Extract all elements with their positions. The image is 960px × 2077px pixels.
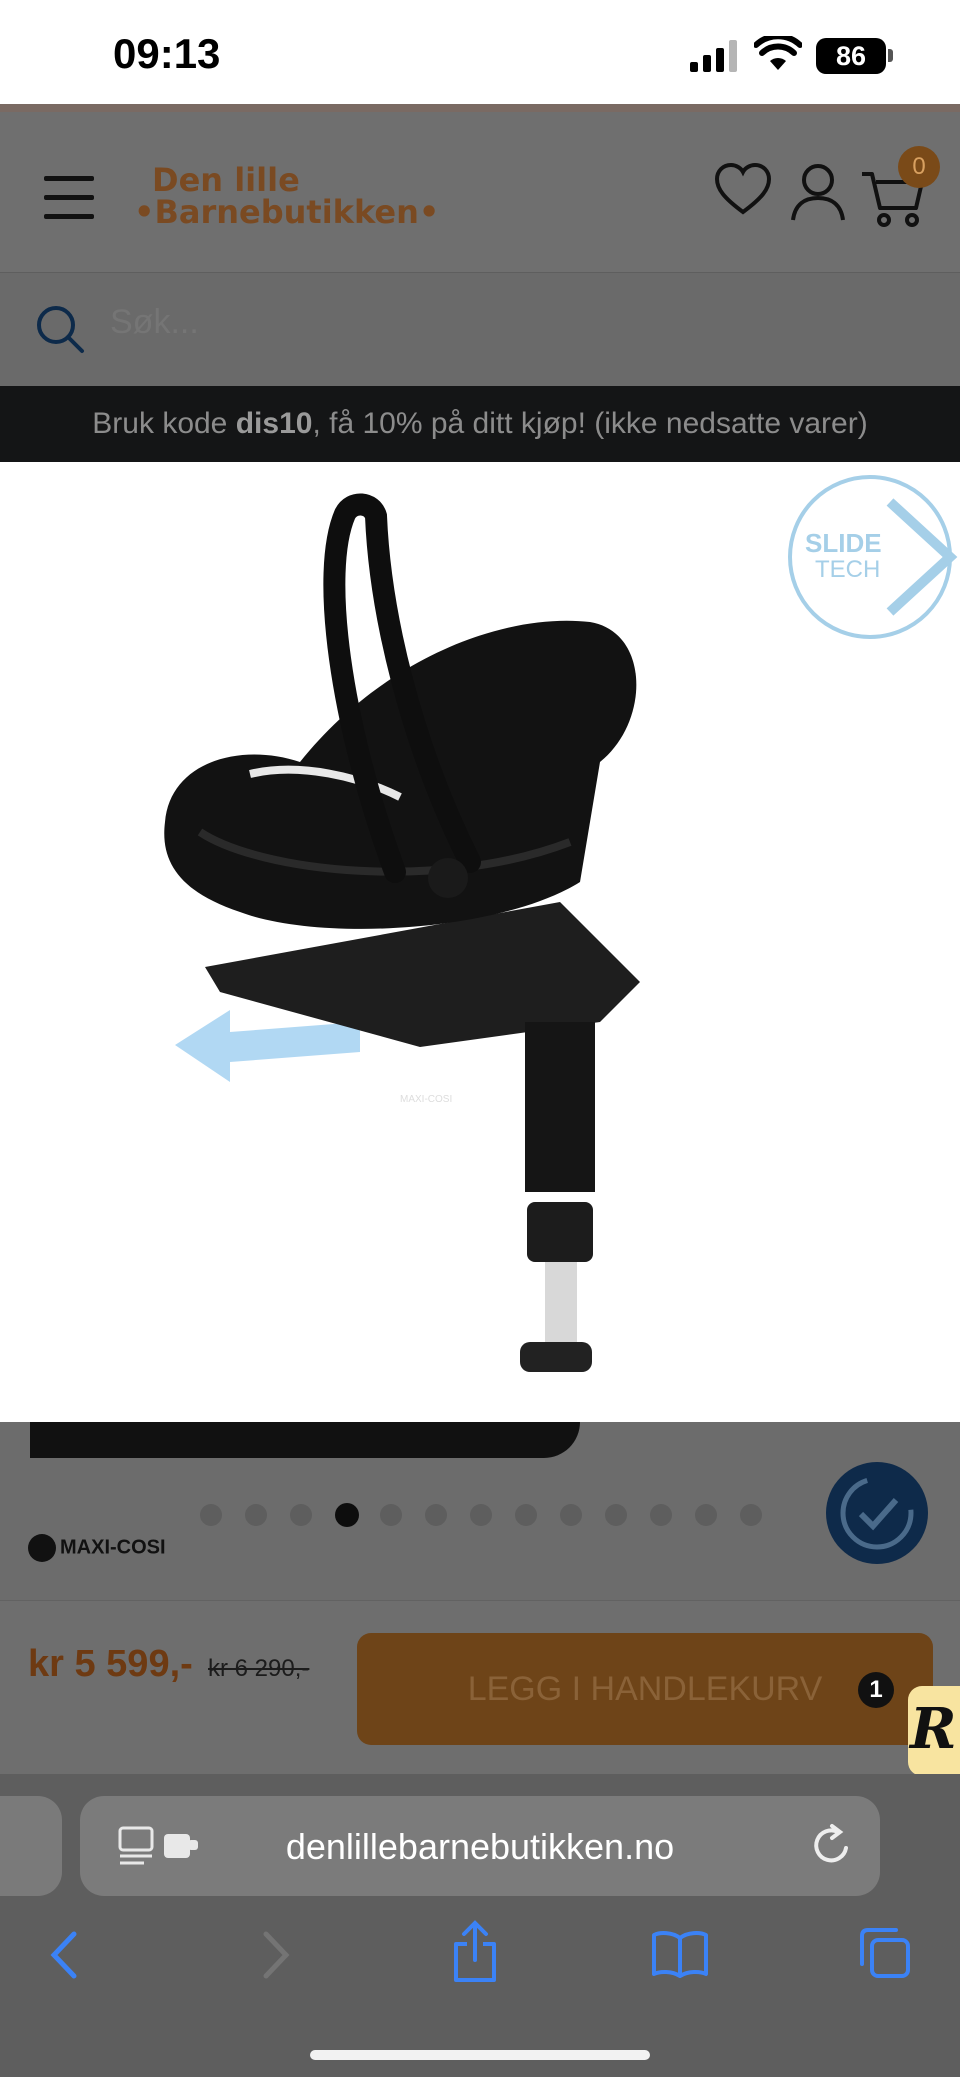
carousel-dot[interactable] [650,1504,672,1526]
carousel-dot[interactable] [335,1503,359,1527]
original-price: kr 6 290,- [208,1655,310,1682]
home-indicator[interactable] [310,2050,650,2060]
tabs-icon[interactable] [856,1926,912,1980]
promo-banner: Bruk kode dis10, få 10% på ditt kjøp! (i… [0,386,960,462]
user-icon[interactable] [790,162,846,222]
site-header: Den lille •Barnebutikken• 0 [0,104,960,272]
battery-nub [888,49,893,62]
browser-toolbar: denlillebarnebutikken.no [0,1774,960,2077]
carousel-dot[interactable] [200,1504,222,1526]
share-icon[interactable] [450,1920,500,1984]
current-price: kr 5 599,- [28,1643,193,1685]
search-icon[interactable] [36,305,86,355]
buy-bar: kr 5 599,- kr 6 290,- LEGG I HANDLEKURV [0,1600,960,1774]
cart-count-badge: 0 [898,146,940,188]
previous-image-strip [30,1422,580,1458]
carousel-dot[interactable] [605,1504,627,1526]
brand-logo[interactable]: MAXI-COSI [28,1534,166,1562]
menu-icon[interactable] [44,176,94,220]
base-brand-mark: MAXI-COSI [400,1094,452,1105]
carousel-dot[interactable] [290,1504,312,1526]
badge-line-1: SLIDE [805,528,882,558]
wifi-icon [754,36,802,70]
reviews-logo[interactable]: R [910,1696,957,1762]
slide-tech-badge: SLIDE TECH [788,475,958,639]
bookmarks-icon[interactable] [650,1930,710,1978]
cellular-signal-icon [690,40,737,72]
heart-icon[interactable] [714,162,772,216]
carousel-area: MAXI-COSI [0,1422,960,1600]
badge-line-2: TECH [815,556,880,583]
carousel-dot[interactable] [740,1504,762,1526]
logo-line-1: Den lille [152,161,300,199]
search-input[interactable] [110,303,710,342]
forward-icon[interactable] [258,1930,294,1980]
search-bar [0,272,960,386]
status-bar: 09:13 86 [0,0,960,104]
promo-suffix: , få 10% på ditt kjøp! (ikke nedsatte va… [312,407,868,440]
verified-badge-icon [826,1462,928,1564]
store-logo[interactable]: Den lille •Barnebutikken• [134,164,439,228]
back-icon[interactable] [46,1930,82,1980]
carousel-dot[interactable] [470,1504,492,1526]
promo-prefix: Bruk kode [92,407,236,440]
carousel-dot[interactable] [515,1504,537,1526]
carousel-dot[interactable] [695,1504,717,1526]
carousel-dot[interactable] [560,1504,582,1526]
carousel-dot[interactable] [245,1504,267,1526]
carousel-dot[interactable] [380,1504,402,1526]
product-image-viewer[interactable]: MAXI-COSI SLIDE TECH [0,462,960,1422]
battery-icon: 86 [816,38,886,74]
url-text: denlillebarnebutikken.no [285,1826,675,1867]
previous-tab[interactable] [0,1796,62,1896]
carousel-dot[interactable] [425,1504,447,1526]
brand-mark-icon [28,1534,56,1562]
address-bar[interactable]: denlillebarnebutikken.no [80,1796,880,1896]
brand-name: MAXI-COSI [60,1536,166,1559]
reload-icon[interactable] [810,1822,854,1868]
add-to-cart-button[interactable]: LEGG I HANDLEKURV [357,1633,933,1745]
clock: 09:13 [113,30,221,77]
logo-line-2: •Barnebutikken• [134,193,440,231]
promo-code: dis10 [235,407,313,440]
reviews-count-badge: 1 [858,1672,894,1708]
